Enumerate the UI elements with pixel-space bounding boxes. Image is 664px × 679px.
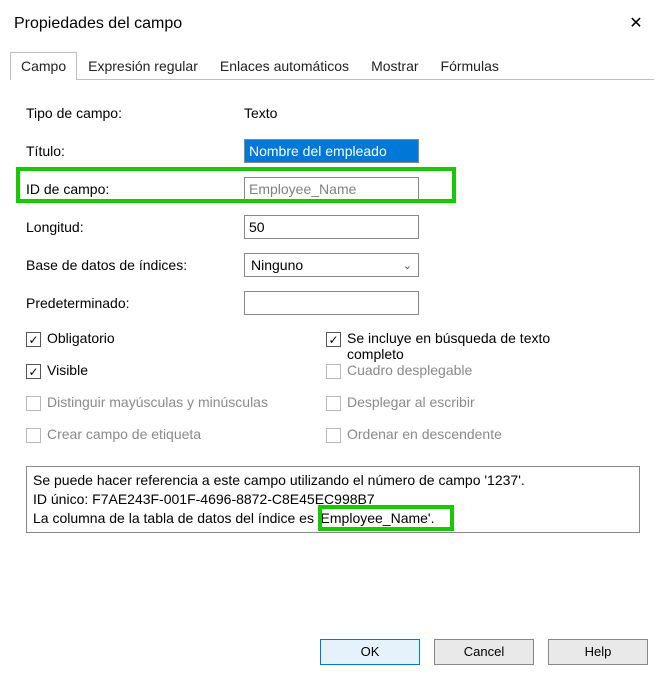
close-icon[interactable]: ✕: [622, 10, 650, 38]
predeterminado-input[interactable]: [244, 291, 419, 315]
check-crear-etiqueta: Crear campo de etiqueta: [26, 426, 326, 458]
check-visible-label: Visible: [47, 362, 88, 378]
check-crear-label: Crear campo de etiqueta: [47, 426, 201, 442]
check-distinguir-label: Distinguir mayúsculas y minúsculas: [47, 394, 268, 410]
tab-campo[interactable]: Campo: [10, 52, 77, 80]
checkbox-icon: [26, 396, 41, 411]
tab-expresion-regular[interactable]: Expresión regular: [77, 52, 209, 80]
check-incluye-busqueda[interactable]: Se incluye en búsqueda de texto completo: [326, 330, 640, 362]
check-visible[interactable]: Visible: [26, 362, 326, 394]
help-button[interactable]: Help: [548, 639, 648, 665]
tipo-campo-value: Texto: [244, 105, 277, 121]
longitud-input[interactable]: [244, 215, 419, 239]
checkbox-icon: [326, 396, 341, 411]
info-box: Se puede hacer referencia a este campo u…: [26, 466, 640, 533]
check-cuadro-desplegable: Cuadro desplegable: [326, 362, 640, 394]
db-indices-value: Ninguno: [251, 257, 303, 273]
tab-mostrar[interactable]: Mostrar: [360, 52, 429, 80]
id-campo-label: ID de campo:: [26, 181, 244, 197]
check-desplegable-label: Cuadro desplegable: [347, 362, 472, 378]
longitud-label: Longitud:: [26, 219, 244, 235]
predeterminado-label: Predeterminado:: [26, 295, 244, 311]
check-distinguir: Distinguir mayúsculas y minúsculas: [26, 394, 326, 426]
tab-formulas[interactable]: Fórmulas: [430, 52, 510, 80]
ok-button[interactable]: OK: [320, 639, 420, 665]
info-line-3b: 'Employee_Name'.: [318, 510, 435, 526]
check-ordenar: Ordenar en descendente: [326, 426, 640, 458]
chevron-down-icon: ⌄: [403, 259, 412, 272]
checkbox-icon: [26, 332, 41, 347]
checkbox-icon: [26, 364, 41, 379]
checkbox-icon: [26, 428, 41, 443]
info-line-1: Se puede hacer referencia a este campo u…: [33, 471, 633, 490]
cancel-button[interactable]: Cancel: [434, 639, 534, 665]
check-desplegar-label: Desplegar al escribir: [347, 394, 475, 410]
db-indices-label: Base de datos de índices:: [26, 257, 244, 273]
id-campo-input: [244, 177, 419, 201]
db-indices-select[interactable]: Ninguno ⌄: [244, 253, 419, 277]
check-ordenar-label: Ordenar en descendente: [347, 426, 502, 442]
checkbox-icon: [326, 364, 341, 379]
checkbox-icon: [326, 332, 341, 347]
checkbox-icon: [326, 428, 341, 443]
info-line-2: ID único: F7AE243F-001F-4696-8872-C8E45E…: [33, 490, 633, 509]
check-obligatorio-label: Obligatorio: [47, 330, 115, 346]
check-obligatorio[interactable]: Obligatorio: [26, 330, 326, 362]
titulo-label: Título:: [26, 143, 244, 159]
dialog-title: Propiedades del campo: [14, 15, 182, 33]
tab-enlaces-automaticos[interactable]: Enlaces automáticos: [209, 52, 360, 80]
titulo-input[interactable]: [244, 139, 419, 163]
tipo-campo-label: Tipo de campo:: [26, 105, 244, 121]
check-incluye-label: Se incluye en búsqueda de texto completo: [347, 330, 577, 362]
info-line-3a: La columna de la tabla de datos del índi…: [33, 510, 318, 526]
tab-strip: Campo Expresión regular Enlaces automáti…: [10, 52, 654, 80]
check-desplegar: Desplegar al escribir: [326, 394, 640, 426]
